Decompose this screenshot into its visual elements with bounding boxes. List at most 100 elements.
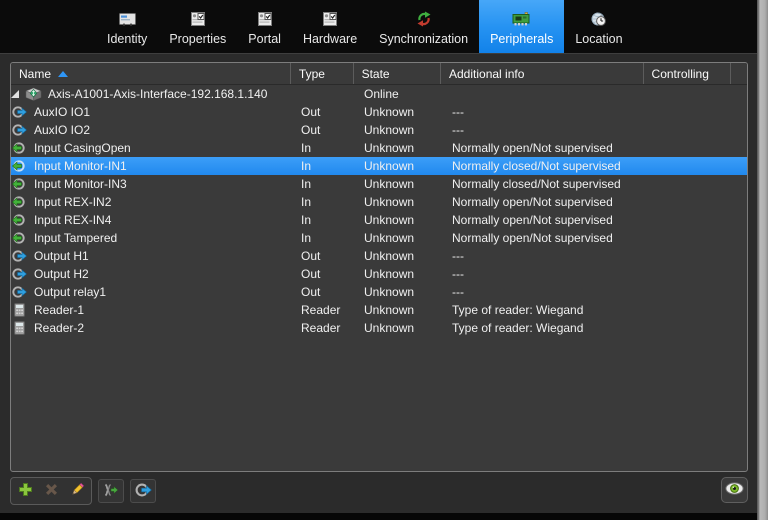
row-name: Input CasingOpen xyxy=(34,139,131,157)
row-state: Unknown xyxy=(356,283,444,301)
row-state: Unknown xyxy=(356,139,444,157)
row-info: --- xyxy=(444,103,648,121)
tab-label: Peripherals xyxy=(490,32,553,46)
row-name: Input Monitor-IN1 xyxy=(34,157,127,175)
output-icon xyxy=(11,123,28,137)
tab-synchronization[interactable]: Synchronization xyxy=(368,0,479,53)
edit-button-group xyxy=(10,477,92,505)
io-state-button[interactable] xyxy=(130,479,156,503)
pencil-icon xyxy=(70,482,85,500)
row-info: Normally open/Not supervised xyxy=(444,139,648,157)
input-icon xyxy=(11,159,28,173)
row-type: Out xyxy=(293,265,356,283)
row-type: Out xyxy=(293,121,356,139)
table-row-device[interactable]: Axis-A1001-Axis-Interface-192.168.1.140 … xyxy=(11,85,747,103)
synchronization-icon xyxy=(416,8,432,30)
tab-hardware[interactable]: Hardware xyxy=(292,0,368,53)
table-row[interactable]: AuxIO IO1 Out Unknown --- xyxy=(11,103,747,121)
reader-icon xyxy=(11,321,28,335)
tab-portal[interactable]: Portal xyxy=(237,0,292,53)
peripherals-icon xyxy=(512,8,531,30)
tab-identity[interactable]: Identity xyxy=(96,0,158,53)
table-row[interactable]: Input REX-IN4 In Unknown Normally open/N… xyxy=(11,211,747,229)
table-row[interactable]: Output H1 Out Unknown --- xyxy=(11,247,747,265)
column-header-type[interactable]: Type xyxy=(291,63,354,84)
right-edge-bar xyxy=(757,0,768,520)
row-name: Input REX-IN4 xyxy=(34,211,111,229)
plus-icon xyxy=(18,482,33,500)
row-state: Unknown xyxy=(356,193,444,211)
view-button[interactable] xyxy=(721,477,748,503)
tab-properties[interactable]: Properties xyxy=(158,0,237,53)
tab-label: Location xyxy=(575,32,622,46)
row-info: Type of reader: Wiegand xyxy=(444,319,648,337)
properties-icon xyxy=(191,8,205,30)
output-state-icon xyxy=(135,482,152,501)
tab-location[interactable]: Location xyxy=(564,0,633,53)
row-info: Normally open/Not supervised xyxy=(444,211,648,229)
input-icon xyxy=(11,177,28,191)
table-row[interactable]: Output relay1 Out Unknown --- xyxy=(11,283,747,301)
output-icon xyxy=(11,285,28,299)
column-label: Additional info xyxy=(449,67,524,81)
table-row[interactable]: Reader-1 Reader Unknown Type of reader: … xyxy=(11,301,747,319)
peripherals-panel: Name Type State Additional info Controll… xyxy=(0,55,757,513)
row-state: Unknown xyxy=(356,103,444,121)
row-type: Reader xyxy=(293,319,356,337)
device-icon xyxy=(25,87,42,101)
row-type: Out xyxy=(293,103,356,121)
table-row-selected[interactable]: Input Monitor-IN1 In Unknown Normally cl… xyxy=(11,157,747,175)
peripherals-table: Name Type State Additional info Controll… xyxy=(10,62,748,472)
tree-expander-icon[interactable] xyxy=(11,90,19,98)
output-icon xyxy=(11,267,28,281)
row-type: Out xyxy=(293,283,356,301)
column-header-name[interactable]: Name xyxy=(11,63,291,84)
table-row[interactable]: Input CasingOpen In Unknown Normally ope… xyxy=(11,139,747,157)
table-row[interactable]: Reader-2 Reader Unknown Type of reader: … xyxy=(11,319,747,337)
row-name: Input REX-IN2 xyxy=(34,193,111,211)
table-row[interactable]: Input REX-IN2 In Unknown Normally open/N… xyxy=(11,193,747,211)
row-info: Normally open/Not supervised xyxy=(444,193,648,211)
row-name: Reader-2 xyxy=(34,319,84,337)
table-body: Axis-A1001-Axis-Interface-192.168.1.140 … xyxy=(11,85,747,337)
row-type: In xyxy=(293,157,356,175)
table-toolbar xyxy=(10,477,162,505)
row-type: In xyxy=(293,175,356,193)
associate-icon xyxy=(103,483,119,500)
table-row[interactable]: Input Monitor-IN3 In Unknown Normally cl… xyxy=(11,175,747,193)
add-button[interactable] xyxy=(12,479,38,503)
tab-label: Properties xyxy=(169,32,226,46)
associate-button[interactable] xyxy=(98,479,124,503)
row-name: AuxIO IO1 xyxy=(34,103,90,121)
table-header: Name Type State Additional info Controll… xyxy=(11,63,747,85)
row-type: In xyxy=(293,229,356,247)
tab-peripherals[interactable]: Peripherals xyxy=(479,0,564,53)
tab-label: Synchronization xyxy=(379,32,468,46)
delete-button[interactable] xyxy=(38,479,64,503)
eye-icon xyxy=(725,482,744,498)
column-header-filler xyxy=(731,63,747,84)
table-row[interactable]: Output H2 Out Unknown --- xyxy=(11,265,747,283)
row-name: Input Monitor-IN3 xyxy=(34,175,127,193)
edit-button[interactable] xyxy=(64,479,90,503)
row-state: Unknown xyxy=(356,211,444,229)
portal-icon xyxy=(258,8,272,30)
row-state: Unknown xyxy=(356,319,444,337)
column-header-state[interactable]: State xyxy=(354,63,441,84)
window-bottom-edge xyxy=(0,513,757,520)
table-row[interactable]: Input Tampered In Unknown Normally open/… xyxy=(11,229,747,247)
column-label: Type xyxy=(299,67,325,81)
output-icon xyxy=(11,105,28,119)
row-type: Reader xyxy=(293,301,356,319)
column-header-controlling[interactable]: Controlling xyxy=(644,63,731,84)
row-info: Normally closed/Not supervised xyxy=(444,157,648,175)
tab-label: Hardware xyxy=(303,32,357,46)
column-label: Controlling xyxy=(652,67,709,81)
column-header-additional-info[interactable]: Additional info xyxy=(441,63,644,84)
table-row[interactable]: AuxIO IO2 Out Unknown --- xyxy=(11,121,747,139)
input-icon xyxy=(11,141,28,155)
delete-x-icon xyxy=(44,482,59,500)
row-type: In xyxy=(293,193,356,211)
row-info: Normally closed/Not supervised xyxy=(444,175,648,193)
row-name: Output H2 xyxy=(34,265,89,283)
